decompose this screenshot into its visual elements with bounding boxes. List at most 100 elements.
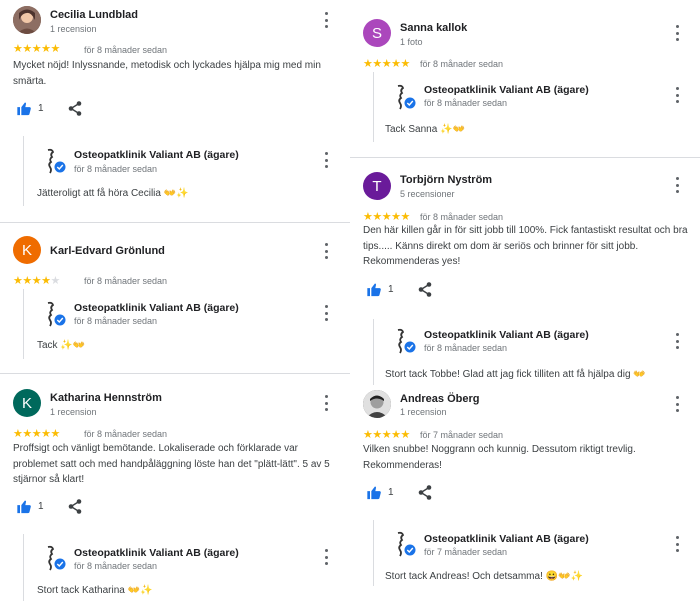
star-rating: ★★★★★ [363, 429, 410, 441]
reply-more-options-button[interactable] [321, 549, 331, 565]
reviewer-photo-count: 1 foto [400, 37, 423, 47]
review-divider [0, 222, 350, 223]
more-options-button[interactable] [321, 12, 331, 28]
reviewer-review-count: 1 recension [50, 407, 97, 417]
osteopathy-logo-icon [47, 148, 66, 174]
avatar[interactable]: K [13, 236, 41, 264]
like-count: 1 [388, 284, 394, 295]
review-text: Vilken snubbe! Noggrann och kunnig. Dess… [363, 444, 636, 471]
like-button[interactable]: 1 [366, 282, 394, 297]
owner-reply-text: Tack Sanna ✨👐 [385, 124, 465, 135]
osteopathy-logo-icon [397, 328, 416, 354]
reply-divider [373, 319, 374, 385]
reply-divider [373, 520, 374, 586]
share-button[interactable] [68, 101, 82, 121]
thumbs-up-icon [17, 500, 31, 514]
share-button[interactable] [418, 485, 432, 505]
reply-more-options-button[interactable] [321, 305, 331, 321]
profile-photo-icon [363, 390, 391, 418]
review-divider [350, 157, 700, 158]
reply-divider [23, 534, 24, 601]
more-options-button[interactable] [672, 396, 682, 412]
owner-reply-date: för 8 månader sedan [74, 561, 158, 571]
review-date: för 8 månader sedan [420, 212, 504, 222]
like-count: 1 [38, 103, 44, 114]
owner-reply-text: Stort tack Tobbe! Glad att jag fick till… [385, 369, 646, 380]
more-options-button[interactable] [321, 243, 331, 259]
like-button[interactable]: 1 [16, 499, 44, 514]
review-date: för 8 månader sedan [84, 45, 168, 55]
star-rating: ★★★★★ [13, 275, 60, 287]
owner-reply-text: Tack ✨👐 [37, 340, 86, 351]
avatar[interactable] [363, 390, 391, 418]
avatar[interactable] [13, 6, 41, 34]
review-text: Mycket nöjd! Inlyssnande, metodisk och l… [13, 60, 321, 87]
owner-logo [394, 531, 416, 557]
more-options-button[interactable] [672, 177, 682, 193]
avatar[interactable]: T [363, 172, 391, 200]
owner-name[interactable]: Osteopatklinik Valiant AB (ägare) [74, 302, 239, 314]
reply-divider [23, 136, 24, 206]
reviewer-name[interactable]: Karl-Edvard Grönlund [50, 245, 165, 257]
review-date: för 8 månader sedan [420, 59, 504, 69]
thumbs-up-icon [367, 283, 381, 297]
thumbs-up-icon [17, 102, 31, 116]
profile-photo-icon [13, 6, 41, 34]
like-button[interactable]: 1 [16, 101, 44, 116]
review-text: Proffsigt och vänligt bemötande. Lokalis… [13, 443, 330, 485]
osteopathy-logo-icon [397, 84, 416, 110]
like-count: 1 [38, 501, 44, 512]
owner-name[interactable]: Osteopatklinik Valiant AB (ägare) [74, 547, 239, 559]
reviewer-name[interactable]: Torbjörn Nyström [400, 174, 492, 186]
owner-reply-date: för 7 månader sedan [424, 547, 508, 557]
avatar[interactable]: S [363, 19, 391, 47]
star-rating: ★★★★★ [13, 43, 60, 55]
owner-name[interactable]: Osteopatklinik Valiant AB (ägare) [424, 533, 589, 545]
owner-reply-date: för 8 månader sedan [424, 98, 508, 108]
owner-reply-date: för 8 månader sedan [424, 343, 508, 353]
owner-reply-date: för 8 månader sedan [74, 316, 158, 326]
reviewer-review-count: 1 recension [50, 24, 97, 34]
reply-more-options-button[interactable] [672, 536, 682, 552]
reply-more-options-button[interactable] [321, 152, 331, 168]
reply-more-options-button[interactable] [672, 87, 682, 103]
avatar[interactable]: K [13, 389, 41, 417]
review-divider [0, 373, 350, 374]
reply-divider [23, 289, 24, 359]
like-button[interactable]: 1 [366, 485, 394, 500]
osteopathy-logo-icon [47, 545, 66, 571]
owner-name[interactable]: Osteopatklinik Valiant AB (ägare) [424, 84, 589, 96]
thumbs-up-icon [367, 486, 381, 500]
owner-name[interactable]: Osteopatklinik Valiant AB (ägare) [424, 329, 589, 341]
share-icon [68, 101, 82, 116]
star-rating: ★★★★★ [13, 428, 60, 440]
owner-reply-text: Stort tack Katharina 👐✨ [37, 585, 153, 596]
osteopathy-logo-icon [47, 301, 66, 327]
review-text: Den här killen går in för sitt jobb till… [363, 225, 688, 267]
reviewer-name[interactable]: Katharina Hennström [50, 392, 162, 404]
reply-divider [373, 72, 374, 142]
share-icon [418, 485, 432, 500]
reviewer-name[interactable]: Cecilia Lundblad [50, 9, 138, 21]
review-date: för 8 månader sedan [84, 276, 168, 286]
reviewer-review-count: 5 recensioner [400, 189, 455, 199]
owner-logo [44, 545, 66, 571]
osteopathy-logo-icon [397, 531, 416, 557]
star-rating: ★★★★★ [363, 58, 410, 70]
star-rating: ★★★★★ [363, 211, 410, 223]
share-icon [68, 499, 82, 514]
owner-logo [44, 148, 66, 174]
like-count: 1 [388, 487, 394, 498]
reviewer-name[interactable]: Andreas Öberg [400, 393, 479, 405]
reply-more-options-button[interactable] [672, 333, 682, 349]
owner-reply-date: för 8 månader sedan [74, 164, 158, 174]
more-options-button[interactable] [321, 395, 331, 411]
owner-logo [44, 301, 66, 327]
share-button[interactable] [68, 499, 82, 519]
owner-logo [394, 328, 416, 354]
owner-name[interactable]: Osteopatklinik Valiant AB (ägare) [74, 149, 239, 161]
more-options-button[interactable] [672, 25, 682, 41]
reviewer-name[interactable]: Sanna kallok [400, 22, 467, 34]
owner-logo [394, 84, 416, 110]
share-button[interactable] [418, 282, 432, 302]
